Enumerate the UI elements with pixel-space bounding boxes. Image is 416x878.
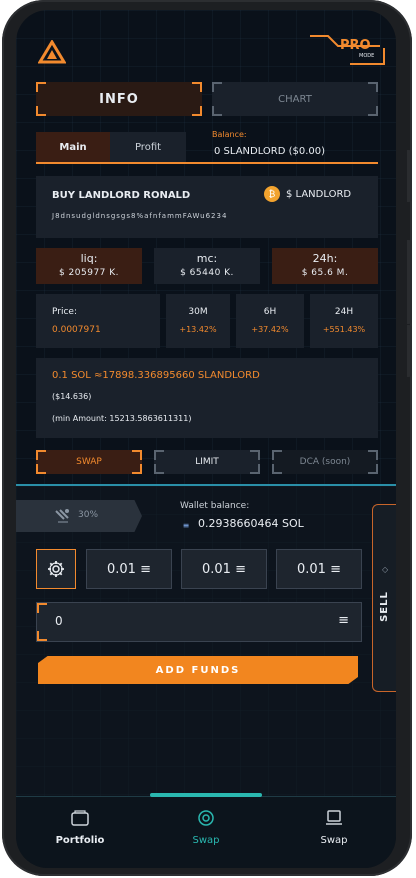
change-30m-value: +13.42%: [179, 325, 217, 334]
bucket-icon: [326, 810, 342, 825]
amount-input[interactable]: 0 ≡: [36, 602, 362, 642]
sol-icon: ≡: [182, 520, 190, 530]
order-limit-button[interactable]: LIMIT: [154, 450, 260, 474]
balance-value: 0 SLANDLORD ($0.00): [214, 146, 326, 157]
tab-chart-label: CHART: [278, 93, 312, 105]
tab-info[interactable]: INFO: [36, 82, 202, 116]
amount-input-value: 0: [55, 614, 63, 628]
subtab-profit-label: Profit: [134, 141, 162, 153]
slippage-button[interactable]: 30%: [16, 500, 142, 532]
change-24h: 24H +551.43%: [310, 294, 378, 348]
stat-liq-label: liq:: [80, 252, 98, 265]
token-name: BUY LANDLORD RONALD: [52, 190, 191, 201]
gear-icon: [48, 561, 64, 577]
price-value: 0.0007971: [52, 325, 101, 335]
change-6h-label: 6H: [263, 307, 277, 317]
sol-unit-icon: ≡: [338, 613, 349, 628]
nav-label-swap: Swap: [320, 835, 348, 846]
logo-icon: [38, 40, 66, 64]
preset-amount-1-label: 0.01 ≡: [107, 561, 151, 577]
price-card: Price: 0.0007971: [36, 294, 160, 348]
stat-24h-value: $ 65.6 M.: [301, 268, 349, 278]
add-funds-label: ADD FUNDS: [155, 664, 241, 676]
pro-label: PRO: [340, 38, 371, 53]
subtab-main[interactable]: Main: [36, 132, 110, 162]
sell-side-tab[interactable]: ◇ SELL: [372, 504, 396, 692]
wallet-value: 0.2938660464 SOL: [198, 517, 304, 530]
price-label: Price:: [52, 307, 77, 317]
nav-label-portfolio: Portfolio: [55, 835, 105, 846]
volume-button-lower: [407, 240, 412, 324]
change-30m: 30M +13.42%: [166, 294, 230, 348]
stat-24h-label: 24h:: [312, 252, 338, 265]
wallet-label: Wallet balance:: [180, 501, 250, 511]
stat-mc: mc: $ 65440 K.: [154, 248, 260, 284]
balance-label: Balance:: [212, 130, 247, 139]
app-screen: PRO MODE INFO CHART Main Profit Balance:…: [16, 10, 396, 868]
slippage-value: 30%: [78, 510, 99, 520]
change-6h: 6H +37.42%: [236, 294, 304, 348]
nav-item-portfolio[interactable]: Portfolio: [36, 805, 124, 857]
pro-mode-badge[interactable]: PRO MODE: [310, 35, 385, 65]
settings-button[interactable]: [36, 549, 76, 589]
order-swap-label: SWAP: [76, 457, 102, 467]
tab-chart[interactable]: CHART: [212, 82, 378, 116]
token-coin-icon: ₿: [264, 186, 280, 202]
nav-item-swap-active[interactable]: Swap: [162, 805, 250, 857]
order-limit-label: LIMIT: [195, 457, 219, 467]
token-symbol: $ LANDLORD: [286, 189, 352, 200]
quote-min: (min Amount: 15213.5863611311): [52, 414, 192, 423]
sell-label: SELL: [378, 591, 390, 622]
subtab-profit[interactable]: Profit: [110, 132, 186, 162]
nav-active-indicator: [150, 793, 262, 797]
stat-24h: 24h: $ 65.6 M.: [272, 248, 378, 284]
stat-mc-label: mc:: [196, 252, 218, 265]
preset-amount-3[interactable]: 0.01 ≡: [276, 549, 362, 589]
phone-frame: PRO MODE INFO CHART Main Profit Balance:…: [2, 0, 412, 876]
change-6h-value: +37.42%: [251, 325, 289, 334]
mode-label: MODE: [359, 53, 375, 59]
stat-liq: liq: $ 205977 K.: [36, 248, 142, 284]
order-dca-label: DCA (soon): [299, 457, 351, 467]
subtab-main-label: Main: [59, 141, 87, 153]
tag-icon: ◇: [382, 565, 389, 574]
add-funds-button[interactable]: ADD FUNDS: [38, 656, 358, 684]
preset-amount-2[interactable]: 0.01 ≡: [181, 549, 267, 589]
wallet-icon: [71, 810, 89, 826]
change-30m-label: 30M: [188, 307, 208, 317]
token-card: BUY LANDLORD RONALD ₿ $ LANDLORD J8dnsud…: [36, 176, 378, 238]
nav-label-swap-active: Swap: [192, 835, 220, 846]
stat-liq-value: $ 205977 K.: [58, 268, 120, 278]
volume-button: [407, 150, 412, 202]
quote-card: 0.1 SOL ≈17898.336895660 SLANDLORD ($14.…: [36, 358, 378, 438]
stat-mc-value: $ 65440 K.: [180, 268, 234, 278]
subtab-underline: [36, 162, 378, 164]
quote-usd: ($14.636): [52, 392, 92, 401]
preset-amount-3-label: 0.01 ≡: [297, 561, 341, 577]
swap-target-icon: [198, 810, 214, 826]
preset-amount-1[interactable]: 0.01 ≡: [86, 549, 172, 589]
change-24h-value: +551.43%: [322, 325, 366, 334]
token-address[interactable]: J8dnsudgldnsgsgs8%afnfammFAWu6234: [52, 212, 227, 220]
change-24h-label: 24H: [334, 307, 354, 317]
preset-amount-2-label: 0.01 ≡: [202, 561, 246, 577]
tab-info-label: INFO: [99, 91, 139, 107]
nav-item-swap[interactable]: Swap: [290, 805, 378, 857]
bottom-nav: Portfolio Swap Swap: [16, 793, 396, 868]
power-button: [407, 325, 412, 377]
order-dca-button[interactable]: DCA (soon): [272, 450, 378, 474]
order-swap-button[interactable]: SWAP: [36, 450, 142, 474]
quote-line: 0.1 SOL ≈17898.336895660 SLANDLORD: [52, 370, 260, 381]
slippage-icon: [55, 509, 69, 523]
